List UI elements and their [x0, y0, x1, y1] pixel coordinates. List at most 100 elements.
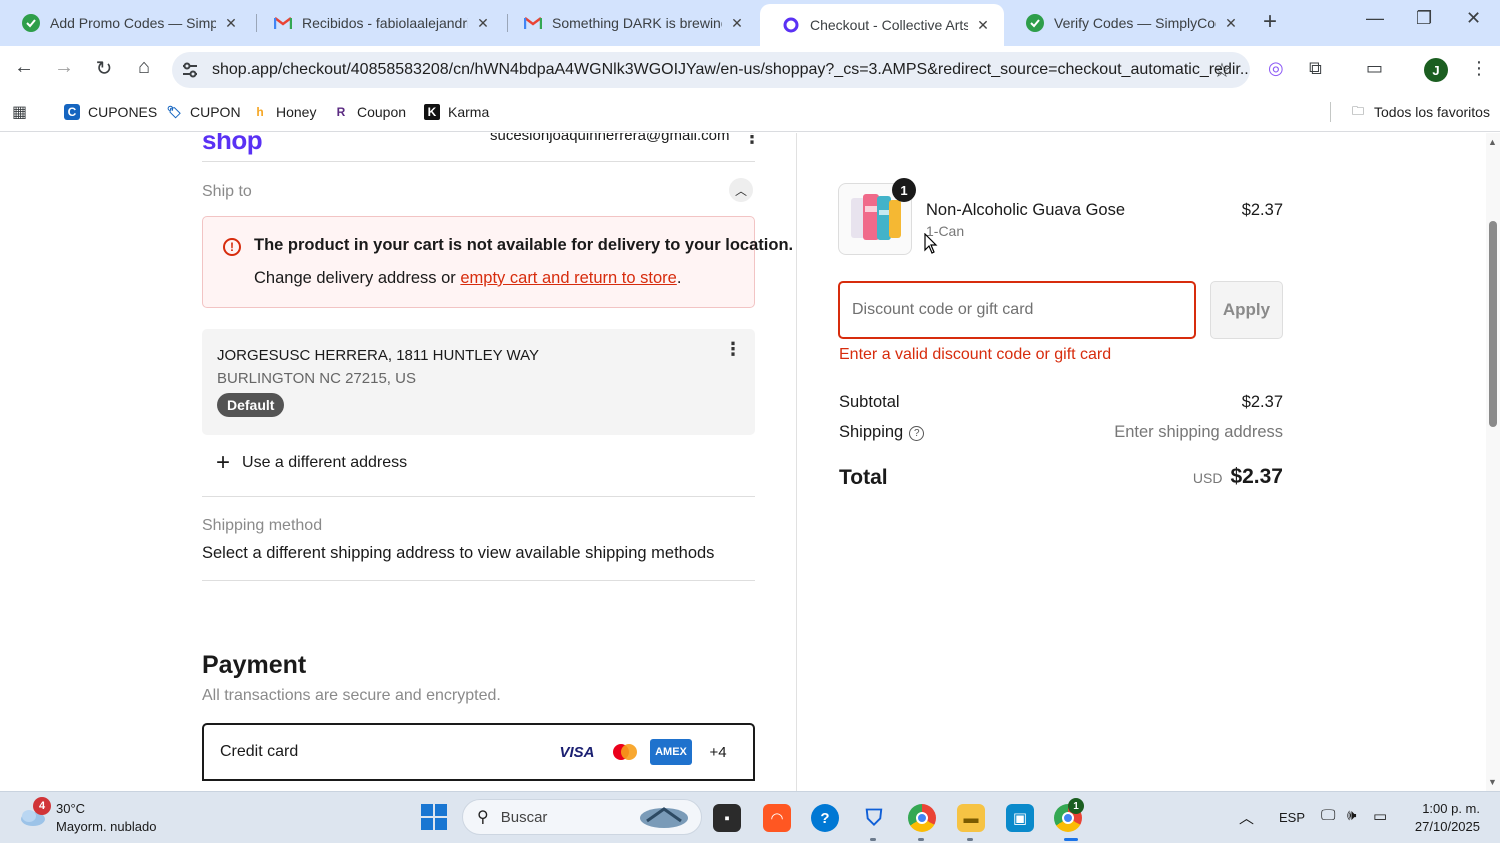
ship-to-label: Ship to	[202, 183, 252, 200]
tab-title: Something DARK is brewing…	[552, 15, 722, 31]
windows-taskbar: 4 30°C Mayorm. nublado ⚲ Buscar ▪ ◠ ? ⛉ …	[0, 791, 1500, 843]
scrollbar-thumb[interactable]	[1489, 221, 1497, 427]
use-different-address-button[interactable]: + Use a different address	[216, 451, 407, 475]
close-tab-icon[interactable]: ✕	[1222, 15, 1240, 32]
credit-card-label: Credit card	[220, 743, 299, 760]
taskbar-search[interactable]: ⚲ Buscar	[462, 799, 702, 835]
bookmark-cupones[interactable]: C CUPONES	[64, 102, 157, 122]
cast-icon[interactable]: ▭	[1366, 58, 1383, 79]
simplycodes-icon	[1026, 14, 1044, 32]
url-text: shop.app/checkout/40858583208/cn/hWN4bdp…	[212, 61, 1250, 78]
bookmark-cupon[interactable]: 🏷 CUPON	[166, 102, 240, 122]
all-bookmarks-folder[interactable]: 🗀 Todos los favoritos	[1350, 102, 1490, 122]
total-currency: USD	[1192, 470, 1223, 486]
search-icon: ⚲	[477, 809, 489, 826]
saved-address-card[interactable]: JORGESUSC HERRERA, 1811 HUNTLEY WAY BURL…	[202, 329, 755, 435]
coupon-icon: R	[336, 105, 346, 119]
extension-copilot-icon[interactable]: ◎	[1268, 58, 1284, 79]
clock-date[interactable]: 27/10/2025	[1415, 819, 1480, 834]
search-highlight-icon	[640, 807, 688, 828]
address-bar[interactable]: shop.app/checkout/40858583208/cn/hWN4bdp…	[172, 52, 1250, 88]
weather-temperature[interactable]: 30°C	[56, 801, 85, 816]
tab-gmail-something-dark[interactable]: Something DARK is brewing… ✕	[502, 0, 758, 46]
tab-verify-codes[interactable]: Verify Codes — SimplyCodes ✕	[1004, 0, 1252, 46]
all-bookmarks-label: Todos los favoritos	[1374, 104, 1490, 120]
close-tab-icon[interactable]: ✕	[728, 15, 746, 32]
chrome-profile-app-icon[interactable]	[908, 804, 936, 832]
product-name: Non-Alcoholic Guava Gose	[926, 201, 1126, 219]
honey-icon: h	[256, 105, 264, 119]
recorder-app-icon[interactable]: ◠	[763, 804, 791, 832]
home-icon[interactable]: ⌂	[130, 56, 158, 79]
account-menu-icon[interactable]: ⋮	[743, 133, 761, 148]
discount-code-input[interactable]	[838, 281, 1196, 339]
tab-gmail-recibidos[interactable]: Recibidos - fabiolaalejandria@ ✕	[252, 0, 504, 46]
terminal-app-icon[interactable]: ▪	[713, 804, 741, 832]
page-scrollbar[interactable]: ▲ ▼	[1486, 133, 1500, 791]
extensions-puzzle-icon[interactable]: ⧉	[1309, 58, 1322, 79]
browser-menu-icon[interactable]: ⋮	[1470, 58, 1488, 79]
profile-avatar[interactable]: J	[1424, 58, 1448, 82]
shop-logo[interactable]: shop	[202, 133, 263, 156]
empty-cart-link[interactable]: empty cart and return to store	[460, 269, 676, 287]
tab-checkout[interactable]: Checkout - Collective Arts Br ✕	[760, 4, 1004, 46]
apply-discount-button[interactable]: Apply	[1210, 281, 1283, 339]
remote-desktop-app-icon[interactable]: ▣	[1006, 804, 1034, 832]
tag-icon: 🏷	[166, 105, 182, 119]
forward-icon[interactable]: →	[50, 56, 78, 79]
close-tab-icon[interactable]: ✕	[222, 15, 240, 32]
shipping-value: Enter shipping address	[1114, 423, 1283, 441]
input-language[interactable]: ESP	[1279, 810, 1305, 825]
shield-app-icon[interactable]: ⛉	[860, 804, 888, 832]
bookmark-label: Honey	[276, 104, 317, 120]
help-icon[interactable]: ?	[909, 426, 925, 441]
column-divider	[796, 133, 797, 791]
payment-subtitle: All transactions are secure and encrypte…	[202, 687, 501, 704]
bookmark-honey[interactable]: h Honey	[252, 102, 316, 122]
use-different-address-label: Use a different address	[242, 454, 408, 471]
payment-heading: Payment	[202, 651, 307, 679]
browser-tab-strip: Add Promo Codes — SimplyC ✕ Recibidos - …	[0, 0, 1500, 46]
volume-icon[interactable]: 🕪	[1347, 807, 1356, 824]
address-menu-icon[interactable]: ⋮	[724, 339, 742, 360]
close-window-icon[interactable]: ✕	[1466, 8, 1481, 29]
alert-body-suffix: .	[676, 269, 682, 287]
minimize-icon[interactable]: —	[1366, 8, 1384, 29]
windows-start-icon[interactable]	[421, 804, 447, 830]
chevron-up-icon[interactable]: ︿	[729, 178, 753, 202]
new-tab-icon[interactable]: +	[1263, 8, 1277, 36]
bookmark-star-icon[interactable]: ☆	[1213, 58, 1231, 83]
site-info-icon[interactable]	[180, 60, 200, 80]
network-icon[interactable]: 🖵	[1321, 807, 1335, 824]
show-hidden-icons-icon[interactable]: ︿	[1239, 807, 1254, 828]
bookmark-coupon[interactable]: R Coupon	[333, 102, 406, 122]
tab-add-promo-codes[interactable]: Add Promo Codes — SimplyC ✕	[0, 0, 252, 46]
clock-time[interactable]: 1:00 p. m.	[1422, 801, 1480, 816]
apps-grid-icon[interactable]: ▦	[12, 102, 27, 122]
reload-icon[interactable]: ↻	[90, 56, 118, 81]
shop-icon	[782, 16, 800, 34]
visa-icon: VISA	[556, 739, 598, 765]
close-tab-icon[interactable]: ✕	[974, 17, 992, 34]
file-explorer-icon[interactable]: ▬	[957, 804, 985, 832]
bookmark-karma[interactable]: K Karma	[424, 102, 489, 122]
subtotal-label: Subtotal	[839, 393, 900, 411]
restore-icon[interactable]: ❐	[1416, 8, 1432, 29]
bookmark-label: Karma	[448, 104, 490, 120]
plus-icon: +	[216, 449, 231, 476]
address-line-1: JORGESUSC HERRERA, 1811 HUNTLEY WAY	[217, 347, 540, 364]
running-indicator	[870, 838, 876, 841]
weather-description[interactable]: Mayorm. nublado	[56, 819, 156, 834]
scroll-down-icon[interactable]: ▼	[1488, 777, 1497, 787]
scroll-up-icon[interactable]: ▲	[1488, 137, 1497, 147]
tab-title: Recibidos - fabiolaalejandria@	[302, 15, 468, 31]
back-icon[interactable]: ←	[10, 56, 38, 79]
simplycodes-icon	[22, 14, 40, 32]
battery-icon[interactable]: ▭	[1373, 807, 1387, 825]
close-tab-icon[interactable]: ✕	[474, 15, 492, 32]
help-app-icon[interactable]: ?	[811, 804, 839, 832]
divider	[202, 496, 755, 497]
cupones-icon: C	[64, 104, 80, 120]
credit-card-option[interactable]: Credit card VISA AMEX +4	[202, 723, 755, 781]
tab-title: Verify Codes — SimplyCodes	[1054, 15, 1216, 31]
